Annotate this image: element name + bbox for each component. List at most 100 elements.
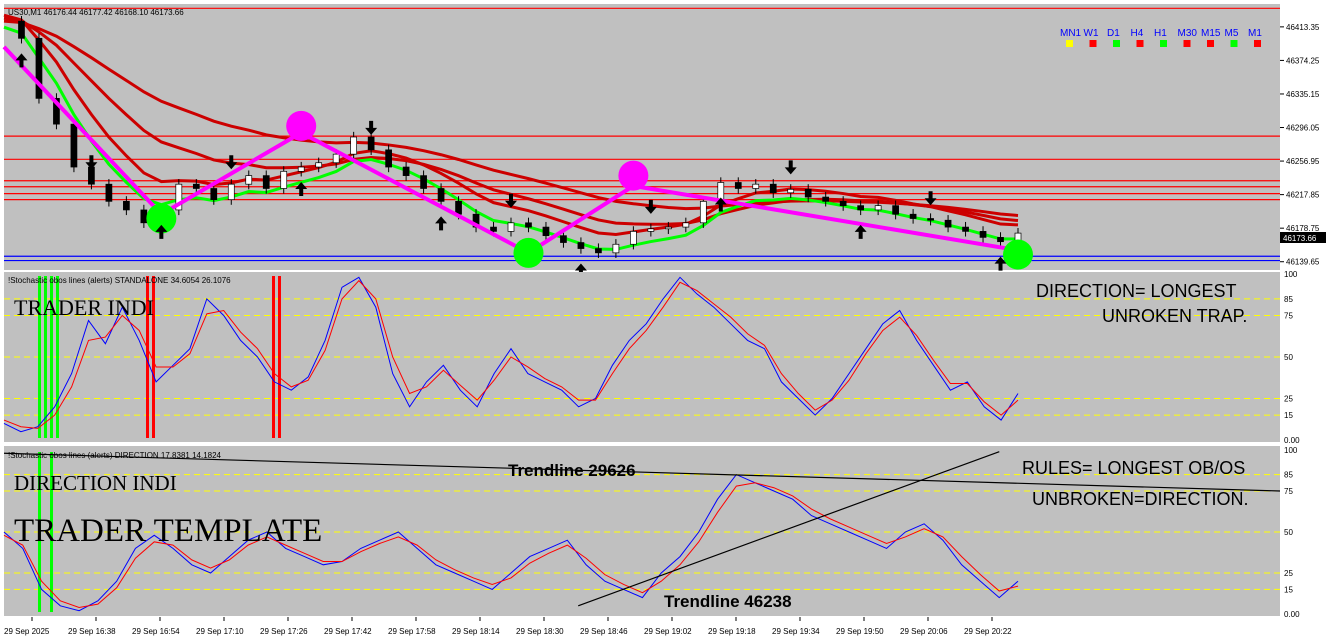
price-candle	[839, 201, 847, 206]
price-candle	[769, 183, 777, 194]
price-candle	[88, 166, 95, 185]
price-tick-label: 46139.65	[1286, 258, 1320, 267]
timeframe-status-square	[1136, 40, 1144, 47]
time-tick-label: 29 Sep 20:06	[900, 627, 948, 636]
timeframe-label: H4	[1131, 28, 1144, 39]
price-candle	[787, 188, 795, 194]
stoch-tick-label: 25	[1284, 569, 1293, 578]
stoch-tick-label: 15	[1284, 411, 1293, 420]
price-candle	[979, 231, 987, 238]
price-candle	[595, 248, 602, 254]
stoch-tick-label: 25	[1284, 395, 1293, 404]
session-band	[308, 4, 562, 270]
stochastic-standalone-pane[interactable]: !Stochastic obos lines (alerts) STANDALO…	[3, 270, 1300, 445]
price-candle	[734, 182, 742, 189]
stoch-tick-label: 15	[1284, 585, 1293, 594]
price-candle	[70, 123, 78, 168]
price-candle	[647, 228, 655, 232]
price-tick-label: 46374.25	[1286, 56, 1320, 65]
time-tick-label: 29 Sep 17:26	[260, 627, 308, 636]
stoch-signal-bar	[272, 276, 275, 438]
stoch-tick-label: 100	[1284, 270, 1298, 279]
trader-template-label: TRADER TEMPLATE	[14, 513, 322, 549]
price-candle	[123, 201, 130, 211]
stochastic-direction-pane[interactable]: !Stochastic obos lines (alerts) DIRECTIO…	[3, 446, 1300, 619]
timeframe-label: MN1	[1060, 28, 1082, 39]
price-candle	[315, 162, 323, 168]
price-candle	[35, 37, 43, 99]
price-candle	[385, 149, 392, 168]
price-candle	[227, 183, 235, 200]
price-candle	[210, 188, 218, 200]
price-pane[interactable]: US30,M1 46176.44 46177.42 46168.10 46173…	[2, 4, 1326, 278]
price-candle	[367, 136, 375, 151]
timeframe-label: M5	[1225, 28, 1239, 39]
time-tick-label: 29 Sep 18:46	[580, 627, 628, 636]
price-candle	[280, 170, 288, 189]
timeframe-status-square	[1183, 40, 1191, 47]
price-tick-label: 46335.15	[1286, 90, 1320, 99]
swing-marker-circle	[618, 160, 649, 191]
stoch-tick-label: 75	[1284, 312, 1293, 321]
timeframe-status-square	[1230, 40, 1238, 47]
stoch-tick-label: 75	[1284, 487, 1293, 496]
time-tick-label: 29 Sep 2025	[4, 627, 50, 636]
price-candle	[18, 20, 25, 39]
timeframe-status-square	[1207, 40, 1214, 47]
price-candle	[874, 205, 882, 211]
last-price-label: 46173.66	[1283, 234, 1317, 243]
price-candle	[699, 201, 707, 224]
price-candle	[962, 226, 969, 232]
stoch-tick-label: 50	[1284, 528, 1293, 537]
stoch2-title: !Stochastic obos lines (alerts) DIRECTIO…	[8, 451, 222, 460]
price-candle	[350, 136, 358, 155]
swing-marker-circle	[286, 110, 317, 141]
swing-marker-circle	[513, 237, 544, 268]
stoch-tick-label: 0.00	[1284, 436, 1300, 445]
price-candle	[857, 205, 865, 211]
price-candle	[944, 219, 952, 228]
price-candle	[612, 243, 620, 254]
timeframe-status-square	[1113, 40, 1120, 47]
time-tick-label: 29 Sep 17:42	[324, 627, 372, 636]
timeframe-status-square	[1066, 40, 1073, 47]
trader-indi-label: TRADER INDI	[14, 295, 154, 320]
price-candle	[822, 196, 830, 202]
stoch-tick-label: 0.00	[1284, 610, 1300, 619]
stoch-tick-label: 85	[1284, 471, 1293, 480]
price-candle	[402, 166, 410, 176]
time-tick-label: 29 Sep 16:38	[68, 627, 116, 636]
time-tick-label: 29 Sep 17:58	[388, 627, 436, 636]
time-tick-label: 29 Sep 19:18	[708, 627, 756, 636]
time-tick-label: 29 Sep 18:30	[516, 627, 564, 636]
timeframe-panel: MN1 W1 D1 H4 H1 M30 M15 M5 M1	[1060, 28, 1262, 47]
price-candle	[420, 175, 427, 189]
price-candle	[682, 222, 690, 228]
rule2-line2: UNBROKEN=DIRECTION.	[1032, 489, 1249, 509]
rule1-line1: DIRECTION= LONGEST	[1036, 281, 1237, 301]
timeframe-label: M1	[1248, 28, 1262, 39]
price-candle	[525, 222, 532, 228]
price-candle	[455, 201, 462, 215]
stoch-signal-bar	[278, 276, 281, 438]
price-candle	[490, 226, 497, 232]
price-tick-label: 46217.85	[1286, 191, 1320, 200]
price-candle	[630, 231, 637, 245]
timeframe-status-square	[1089, 40, 1097, 47]
time-tick-label: 29 Sep 20:22	[964, 627, 1012, 636]
price-candle	[105, 183, 113, 202]
timeframe-label: M15	[1201, 28, 1221, 39]
price-candle	[892, 205, 899, 215]
timeframe-label: W1	[1084, 28, 1099, 39]
trendline1-label: Trendline 29626	[508, 461, 636, 480]
timeframe-status-square	[1160, 40, 1167, 47]
session-band	[206, 4, 278, 270]
price-candle	[927, 218, 934, 221]
time-tick-label: 29 Sep 18:14	[452, 627, 500, 636]
price-candle	[997, 237, 1004, 243]
price-candle	[262, 175, 270, 189]
price-tick-label: 46296.05	[1286, 124, 1320, 133]
rule2-line1: RULES= LONGEST OB/OS	[1022, 458, 1245, 478]
price-pane-title: US30,M1 46176.44 46177.42 46168.10 46173…	[8, 8, 184, 17]
price-candle	[245, 175, 253, 185]
